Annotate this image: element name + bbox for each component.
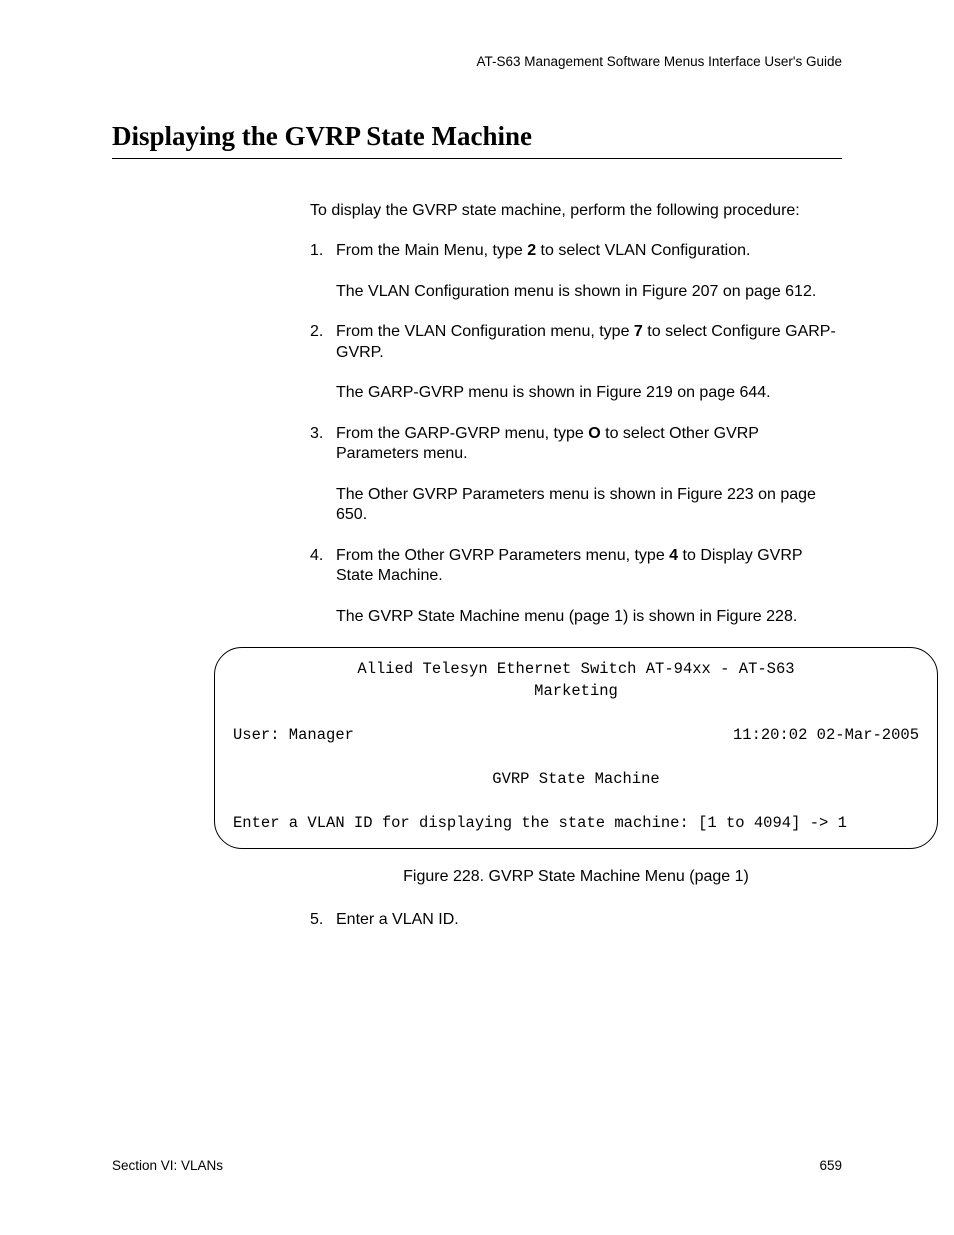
section-heading: Displaying the GVRP State Machine bbox=[112, 121, 842, 159]
intro-paragraph: To display the GVRP state machine, perfo… bbox=[310, 201, 842, 221]
running-header: AT-S63 Management Software Menus Interfa… bbox=[112, 54, 842, 69]
footer-section: Section VI: VLANs bbox=[112, 1158, 223, 1173]
step-2: From the VLAN Configuration menu, type 7… bbox=[310, 322, 842, 403]
terminal-prompt: Enter a VLAN ID for displaying the state… bbox=[233, 812, 919, 834]
step-subtext: The GVRP State Machine menu (page 1) is … bbox=[336, 607, 842, 627]
procedure-steps-continued: Enter a VLAN ID. bbox=[310, 910, 842, 930]
step-text: Enter a VLAN ID. bbox=[336, 911, 459, 928]
terminal-title-1: Allied Telesyn Ethernet Switch AT-94xx -… bbox=[233, 658, 919, 680]
procedure-steps: From the Main Menu, type 2 to select VLA… bbox=[310, 241, 842, 627]
step-text-pre: From the Main Menu, type bbox=[336, 242, 527, 259]
step-text-pre: From the VLAN Configuration menu, type bbox=[336, 323, 634, 340]
step-text-post: to select VLAN Configuration. bbox=[536, 242, 750, 259]
step-subtext: The VLAN Configuration menu is shown in … bbox=[336, 282, 842, 302]
step-key: O bbox=[588, 425, 600, 442]
step-key: 2 bbox=[527, 242, 536, 259]
terminal-user: User: Manager bbox=[233, 724, 354, 746]
terminal-screen: Allied Telesyn Ethernet Switch AT-94xx -… bbox=[214, 647, 938, 849]
step-1: From the Main Menu, type 2 to select VLA… bbox=[310, 241, 842, 302]
step-4: From the Other GVRP Parameters menu, typ… bbox=[310, 546, 842, 627]
step-key: 4 bbox=[669, 547, 678, 564]
figure-caption: Figure 228. GVRP State Machine Menu (pag… bbox=[214, 867, 938, 887]
step-text-pre: From the GARP-GVRP menu, type bbox=[336, 425, 588, 442]
terminal-timestamp: 11:20:02 02-Mar-2005 bbox=[733, 724, 919, 746]
step-subtext: The Other GVRP Parameters menu is shown … bbox=[336, 485, 842, 526]
terminal-menu-title: GVRP State Machine bbox=[233, 768, 919, 790]
step-text-pre: From the Other GVRP Parameters menu, typ… bbox=[336, 547, 669, 564]
step-subtext: The GARP-GVRP menu is shown in Figure 21… bbox=[336, 383, 842, 403]
step-3: From the GARP-GVRP menu, type O to selec… bbox=[310, 424, 842, 526]
step-5: Enter a VLAN ID. bbox=[310, 910, 842, 930]
footer-page-number: 659 bbox=[819, 1158, 842, 1173]
step-key: 7 bbox=[634, 323, 643, 340]
terminal-title-2: Marketing bbox=[233, 680, 919, 702]
